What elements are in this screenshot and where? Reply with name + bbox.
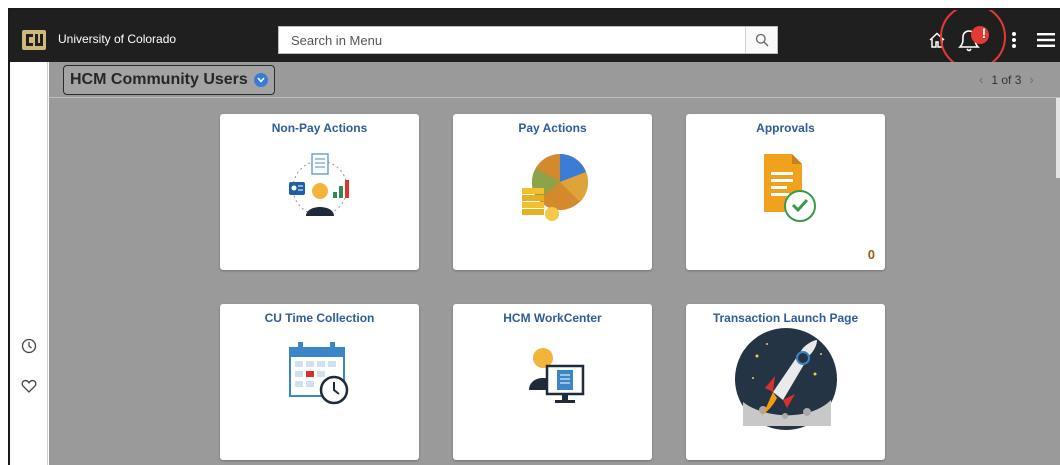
homepage-selector-label: HCM Community Users (70, 71, 248, 88)
chevron-left-icon[interactable]: ‹ (979, 72, 983, 87)
search-input[interactable] (279, 27, 745, 53)
tile-non-pay-actions[interactable]: Non-Pay Actions (220, 114, 419, 270)
chevron-down-icon (253, 73, 268, 87)
rocket-icon (734, 328, 837, 430)
tile-title: CU Time Collection (264, 311, 375, 325)
scrollbar[interactable] (1056, 98, 1060, 178)
recent-places-button[interactable] (19, 336, 39, 356)
tile-title: Approvals (756, 121, 815, 135)
approved-document-icon (763, 154, 816, 222)
calendar-clock-icon (288, 342, 348, 405)
vertical-ellipsis-icon (1012, 32, 1016, 48)
left-side-rail (10, 62, 48, 465)
tile-title: Non-Pay Actions (271, 121, 368, 135)
homepage-header: HCM Community Users ‹ 1 of 3 › (49, 62, 1060, 98)
search-icon (755, 33, 768, 47)
person-computer-icon (528, 348, 584, 403)
cu-logo-icon (22, 30, 46, 50)
tile-approvals[interactable]: Approvals 0 (686, 114, 885, 270)
chevron-right-icon[interactable]: › (1029, 72, 1033, 87)
pie-chart-coins-icon (521, 154, 588, 221)
browser-frame: University of Colorado ! (8, 8, 1060, 465)
homepage-selector[interactable]: HCM Community Users (63, 65, 275, 95)
tile-title: HCM WorkCenter (503, 311, 602, 325)
navbar-button[interactable] (1036, 24, 1056, 56)
organization-name: University of Colorado (58, 32, 177, 46)
tile-cu-time-collection[interactable]: CU Time Collection (220, 304, 419, 460)
tile-hcm-workcenter[interactable]: HCM WorkCenter (453, 304, 652, 460)
hamburger-menu-icon (1037, 33, 1055, 47)
annotation-highlight-circle (940, 10, 1006, 70)
tile-pay-actions[interactable]: Pay Actions (453, 114, 652, 270)
heart-icon (21, 379, 37, 393)
actions-list-button[interactable] (1008, 24, 1020, 56)
homepage-content: HCM Community Users ‹ 1 of 3 › Non-Pay A… (49, 62, 1060, 465)
menu-search (278, 26, 778, 54)
tile-title: Pay Actions (518, 121, 587, 135)
homepage-pager: ‹ 1 of 3 › (979, 72, 1034, 87)
favorites-button[interactable] (19, 376, 39, 396)
tile-title: Transaction Launch Page (712, 311, 859, 325)
pending-approvals-count: 0 (867, 247, 875, 262)
page-indicator: 1 of 3 (991, 72, 1022, 87)
search-button[interactable] (745, 27, 777, 53)
top-banner: University of Colorado ! (10, 10, 1060, 70)
clock-icon (21, 338, 37, 354)
tile-transaction-launch-page[interactable]: Transaction Launch Page (686, 304, 885, 460)
person-with-documents-icon (288, 153, 349, 216)
